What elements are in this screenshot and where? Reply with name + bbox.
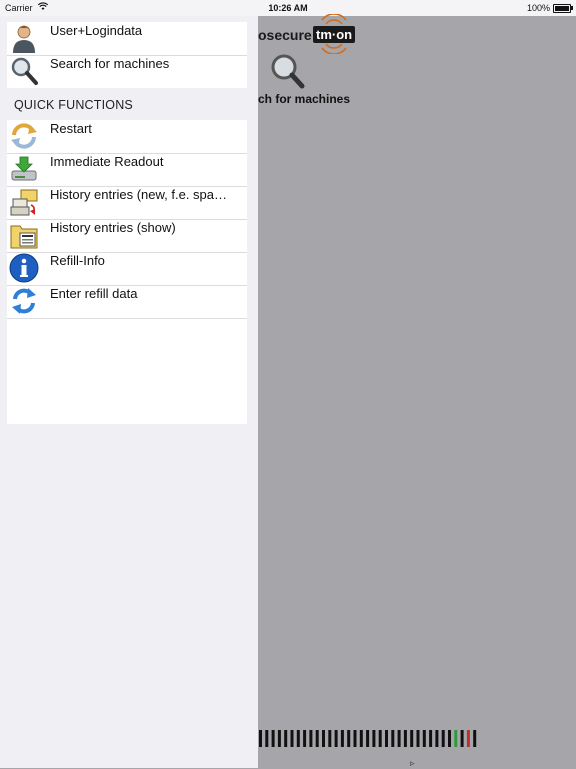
barcode-bar: [347, 730, 351, 747]
barcode-bar: [448, 730, 451, 747]
barcode-bar: [353, 730, 357, 747]
menu-item-user-logindata[interactable]: User+Logindata: [7, 22, 247, 56]
menu-list: User+Logindata Search for machines QUICK…: [7, 22, 247, 424]
barcode-bar: [385, 730, 388, 747]
barcode-bar: [290, 730, 294, 747]
brand-logo-badge: tm·on: [313, 26, 356, 43]
barcode-bar: [340, 730, 344, 747]
barcode-bar: [422, 730, 426, 747]
history-show-icon: [10, 225, 38, 249]
barcode-graphic: [259, 730, 477, 747]
barcode-bar: [391, 730, 395, 747]
barcode-bar: [259, 730, 262, 747]
barcode-bar: [334, 730, 338, 747]
dimmed-main-content[interactable]: [258, 16, 576, 768]
barcode-bar: [296, 730, 300, 747]
refill-sync-icon: [12, 288, 36, 314]
search-machines-label[interactable]: ch for machines: [258, 92, 350, 106]
menu-item-label: User+Logindata: [50, 23, 143, 38]
barcode-bar: [473, 730, 477, 747]
menu-item-label: Restart: [50, 121, 92, 136]
barcode-bar: [372, 730, 376, 747]
menu-item-label: Refill-Info: [50, 253, 105, 268]
barcode-bar: [271, 730, 275, 747]
barcode-bar: [466, 730, 470, 747]
barcode-bar: [378, 730, 382, 747]
battery-icon: [553, 4, 571, 13]
barcode-bar: [403, 730, 407, 747]
barcode-bar: [441, 730, 445, 747]
menu-item-enter-refill-data[interactable]: Enter refill data: [7, 285, 247, 319]
barcode-bar: [315, 730, 319, 747]
section-header-quick-functions: QUICK FUNCTIONS: [7, 88, 247, 120]
clock: 10:26 AM: [268, 3, 308, 13]
brand-logo-text: osecure: [258, 27, 312, 43]
search-machines-icon[interactable]: [267, 51, 307, 91]
status-bar: Carrier 10:26 AM 100%: [0, 0, 576, 16]
barcode-bar: [284, 730, 288, 747]
barcode-bar: [328, 730, 332, 747]
user-icon: [13, 25, 35, 53]
magnifier-icon: [11, 57, 38, 85]
barcode-bar: [435, 730, 439, 747]
menu-item-immediate-readout[interactable]: Immediate Readout: [7, 153, 247, 187]
pointer-icon: ▹: [410, 758, 415, 768]
battery-tip: [571, 6, 573, 10]
download-readout-icon: [11, 156, 37, 181]
barcode-bar: [410, 730, 414, 747]
barcode-bar: [265, 730, 269, 747]
history-new-icon: [10, 189, 38, 216]
menu-item-search-machines[interactable]: Search for machines: [7, 55, 247, 89]
menu-item-history-show[interactable]: History entries (show): [7, 219, 247, 253]
barcode-bar: [277, 730, 281, 747]
battery-percentage: 100%: [526, 3, 550, 13]
barcode-bar: [460, 730, 464, 747]
refresh-icon: [11, 123, 37, 149]
info-icon: [9, 253, 39, 283]
menu-item-label: Immediate Readout: [50, 154, 164, 169]
barcode-bar: [359, 730, 363, 747]
barcode-bar: [454, 730, 458, 747]
menu-item-history-new[interactable]: History entries (new, f.e. spa…: [7, 186, 247, 220]
barcode-bar: [322, 730, 325, 747]
menu-item-label: History entries (show): [50, 220, 176, 235]
menu-item-label: Enter refill data: [50, 286, 138, 301]
barcode-bar: [429, 730, 433, 747]
side-drawer: User+Logindata Search for machines QUICK…: [0, 16, 258, 768]
barcode-bar: [416, 730, 420, 747]
barcode-bar: [303, 730, 307, 747]
menu-item-label: Search for machines: [50, 56, 170, 71]
menu-item-label: History entries (new, f.e. spa…: [50, 187, 228, 202]
menu-item-restart[interactable]: Restart: [7, 120, 247, 154]
menu-item-refill-info[interactable]: Refill-Info: [7, 252, 247, 286]
barcode-bar: [397, 730, 401, 747]
barcode-bar: [366, 730, 370, 747]
section-title: QUICK FUNCTIONS: [14, 98, 133, 112]
barcode-bar: [309, 730, 313, 747]
